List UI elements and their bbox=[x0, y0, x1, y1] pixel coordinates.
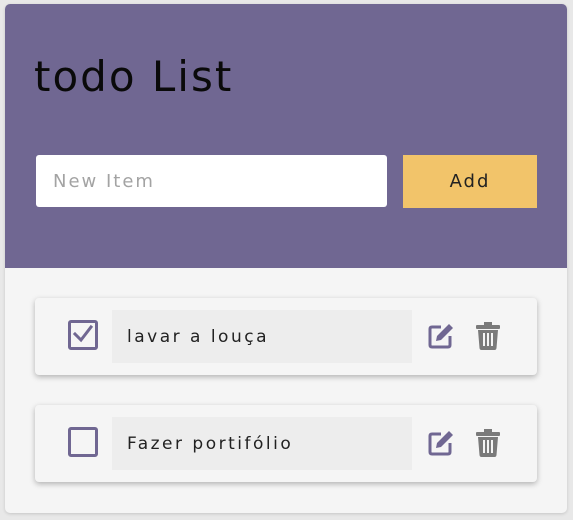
trash-icon[interactable] bbox=[476, 322, 500, 350]
list-item: lavar a louça bbox=[35, 298, 537, 375]
add-button[interactable]: Add bbox=[403, 155, 537, 208]
item-checkbox[interactable] bbox=[68, 427, 98, 457]
header: todo List Add bbox=[5, 4, 567, 268]
checkmark-icon bbox=[72, 324, 94, 343]
item-checkbox[interactable] bbox=[68, 320, 98, 350]
page-title: todo List bbox=[34, 52, 234, 101]
new-item-input[interactable] bbox=[36, 155, 387, 207]
item-text[interactable]: Fazer portifólio bbox=[112, 417, 412, 470]
edit-icon[interactable] bbox=[427, 429, 455, 457]
list-item: Fazer portifólio bbox=[35, 405, 537, 482]
trash-icon[interactable] bbox=[476, 429, 500, 457]
todo-card: todo List Add lavar a louça Fazer portif… bbox=[5, 4, 567, 513]
item-text[interactable]: lavar a louça bbox=[112, 310, 412, 363]
edit-icon[interactable] bbox=[427, 322, 455, 350]
